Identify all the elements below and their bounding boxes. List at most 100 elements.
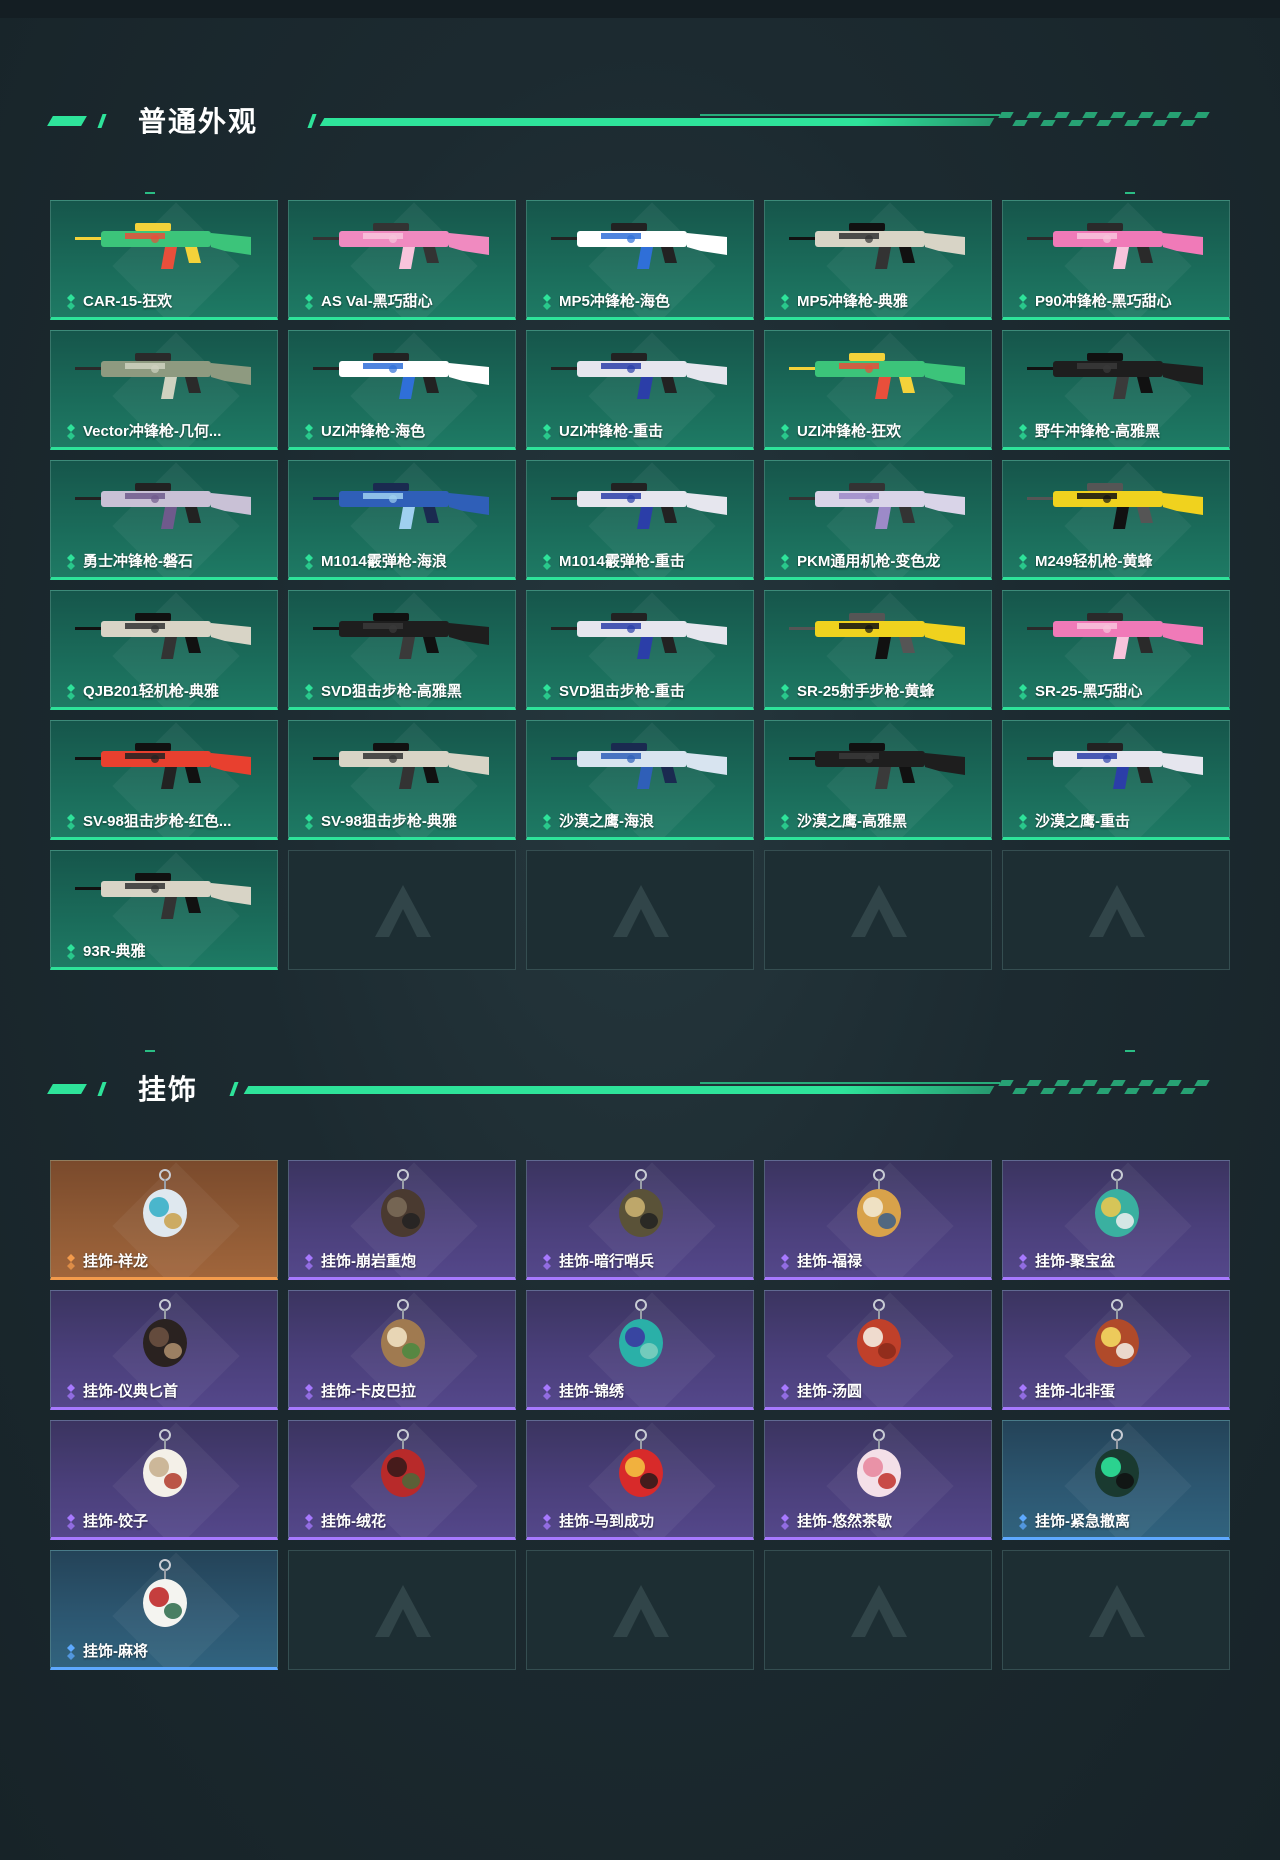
charm-card[interactable]: 挂饰-祥龙 <box>50 1160 278 1280</box>
rarity-diamond-icon <box>1019 684 1027 700</box>
weapon-skin-card[interactable]: AS Val-黑巧甜心 <box>288 200 516 320</box>
weapon-skin-image <box>1027 223 1203 269</box>
header-checker <box>1110 112 1126 118</box>
charm-card[interactable]: 挂饰-马到成功 <box>526 1420 754 1540</box>
charm-card[interactable]: 挂饰-北非蛋 <box>1002 1290 1230 1410</box>
charms-grid: 挂饰-祥龙 挂饰-崩岩重炮 挂饰-暗行哨兵 挂饰-福禄 挂饰-聚宝盆 挂饰-仪典匕首 挂饰-… <box>50 1160 1230 1670</box>
header-line-thin <box>700 1082 1000 1084</box>
item-name-label: 挂饰-汤圆 <box>797 1383 862 1400</box>
weapon-skin-card[interactable]: SR-25-黑巧甜心 <box>1002 590 1230 710</box>
charm-card[interactable]: 挂饰-崩岩重炮 <box>288 1160 516 1280</box>
weapon-skin-card[interactable]: 93R-典雅 <box>50 850 278 970</box>
header-checker <box>1166 1080 1182 1086</box>
charm-card[interactable]: 挂饰-紧急撤离 <box>1002 1420 1230 1540</box>
a-logo-watermark-icon <box>1089 1585 1145 1637</box>
charm-image <box>381 1169 425 1237</box>
item-name-label: M1014霰弹枪-重击 <box>559 553 685 570</box>
weapon-skin-card[interactable]: QJB201轻机枪-典雅 <box>50 590 278 710</box>
rarity-diamond-icon <box>1019 294 1027 310</box>
charm-card[interactable]: 挂饰-卡皮巴拉 <box>288 1290 516 1410</box>
item-name-label: UZI冲锋枪-海色 <box>321 423 426 440</box>
weapon-skin-image <box>551 483 727 529</box>
weapon-skin-card[interactable]: M1014霰弹枪-海浪 <box>288 460 516 580</box>
weapon-skin-card[interactable]: 野牛冲锋枪-高雅黑 <box>1002 330 1230 450</box>
rarity-diamond-icon <box>67 1644 75 1660</box>
weapon-skin-card[interactable]: CAR-15-狂欢 <box>50 200 278 320</box>
rarity-diamond-icon <box>1019 554 1027 570</box>
weapon-skin-card[interactable]: UZI冲锋枪-重击 <box>526 330 754 450</box>
charm-card[interactable]: 挂饰-麻将 <box>50 1550 278 1670</box>
item-name-label: MP5冲锋枪-海色 <box>559 293 670 310</box>
weapon-skin-card[interactable]: Vector冲锋枪-几何... <box>50 330 278 450</box>
a-logo-watermark-icon <box>851 885 907 937</box>
weapon-skin-card[interactable]: SVD狙击步枪-高雅黑 <box>288 590 516 710</box>
weapon-skin-card[interactable]: M1014霰弹枪-重击 <box>526 460 754 580</box>
rarity-diamond-icon <box>543 684 551 700</box>
header-checker <box>1012 120 1028 126</box>
charm-image <box>857 1169 901 1237</box>
item-name-label: 挂饰-祥龙 <box>83 1253 148 1270</box>
empty-slot-card <box>764 1550 992 1670</box>
item-name-label: 野牛冲锋枪-高雅黑 <box>1035 423 1160 440</box>
empty-slot-card <box>1002 850 1230 970</box>
charm-card[interactable]: 挂饰-悠然茶歇 <box>764 1420 992 1540</box>
weapon-skin-card[interactable]: SV-98狙击步枪-典雅 <box>288 720 516 840</box>
empty-slot-card <box>288 850 516 970</box>
item-name-label: 挂饰-崩岩重炮 <box>321 1253 416 1270</box>
a-logo-watermark-icon <box>1089 885 1145 937</box>
rarity-diamond-icon <box>543 424 551 440</box>
charm-card[interactable]: 挂饰-绒花 <box>288 1420 516 1540</box>
rarity-diamond-icon <box>305 1384 313 1400</box>
weapon-skin-card[interactable]: PKM通用机枪-变色龙 <box>764 460 992 580</box>
rarity-diamond-icon <box>543 554 551 570</box>
weapon-skin-image <box>789 223 965 269</box>
item-name-label: SV-98狙击步枪-红色... <box>83 813 232 830</box>
item-name-label: 沙漠之鹰-海浪 <box>559 813 654 830</box>
charm-image <box>1095 1169 1139 1237</box>
weapon-skin-card[interactable]: MP5冲锋枪-海色 <box>526 200 754 320</box>
charm-card[interactable]: 挂饰-饺子 <box>50 1420 278 1540</box>
charm-image <box>619 1299 663 1367</box>
header-line <box>243 1086 995 1094</box>
rarity-diamond-icon <box>1019 424 1027 440</box>
weapon-skin-image <box>75 873 251 919</box>
rarity-diamond-icon <box>781 294 789 310</box>
charm-card[interactable]: 挂饰-仪典匕首 <box>50 1290 278 1410</box>
header-checker <box>1152 120 1168 126</box>
rarity-diamond-icon <box>781 1384 789 1400</box>
header-checker <box>1180 120 1196 126</box>
weapon-skin-card[interactable]: 沙漠之鹰-高雅黑 <box>764 720 992 840</box>
item-name-label: 挂饰-北非蛋 <box>1035 1383 1115 1400</box>
weapon-skin-card[interactable]: M249轻机枪-黄蜂 <box>1002 460 1230 580</box>
charm-card[interactable]: 挂饰-聚宝盆 <box>1002 1160 1230 1280</box>
weapon-skin-card[interactable]: SR-25射手步枪-黄蜂 <box>764 590 992 710</box>
weapon-skin-card[interactable]: UZI冲锋枪-狂欢 <box>764 330 992 450</box>
charm-card[interactable]: 挂饰-暗行哨兵 <box>526 1160 754 1280</box>
charm-card[interactable]: 挂饰-汤圆 <box>764 1290 992 1410</box>
weapon-skin-card[interactable]: SV-98狙击步枪-红色... <box>50 720 278 840</box>
weapon-skin-card[interactable]: 沙漠之鹰-重击 <box>1002 720 1230 840</box>
section-title: 挂饰 <box>138 1074 199 1105</box>
rarity-diamond-icon <box>781 424 789 440</box>
item-name-label: MP5冲锋枪-典雅 <box>797 293 908 310</box>
charm-card[interactable]: 挂饰-福禄 <box>764 1160 992 1280</box>
empty-slot-card <box>1002 1550 1230 1670</box>
weapon-skin-card[interactable]: P90冲锋枪-黑巧甜心 <box>1002 200 1230 320</box>
weapon-skin-card[interactable]: UZI冲锋枪-海色 <box>288 330 516 450</box>
weapon-skin-card[interactable]: 沙漠之鹰-海浪 <box>526 720 754 840</box>
corner-tick <box>145 192 155 194</box>
rarity-diamond-icon <box>67 944 75 960</box>
header-checker <box>1096 1088 1112 1094</box>
item-name-label: 挂饰-暗行哨兵 <box>559 1253 654 1270</box>
weapon-skin-card[interactable]: SVD狙击步枪-重击 <box>526 590 754 710</box>
item-name-label: M1014霰弹枪-海浪 <box>321 553 447 570</box>
rarity-diamond-icon <box>781 684 789 700</box>
weapon-skin-card[interactable]: MP5冲锋枪-典雅 <box>764 200 992 320</box>
header-checker <box>998 112 1014 118</box>
header-accent-left <box>47 116 87 126</box>
rarity-diamond-icon <box>543 814 551 830</box>
header-checker <box>1138 1080 1154 1086</box>
rarity-diamond-icon <box>67 814 75 830</box>
weapon-skin-card[interactable]: 勇士冲锋枪-磐石 <box>50 460 278 580</box>
charm-card[interactable]: 挂饰-锦绣 <box>526 1290 754 1410</box>
